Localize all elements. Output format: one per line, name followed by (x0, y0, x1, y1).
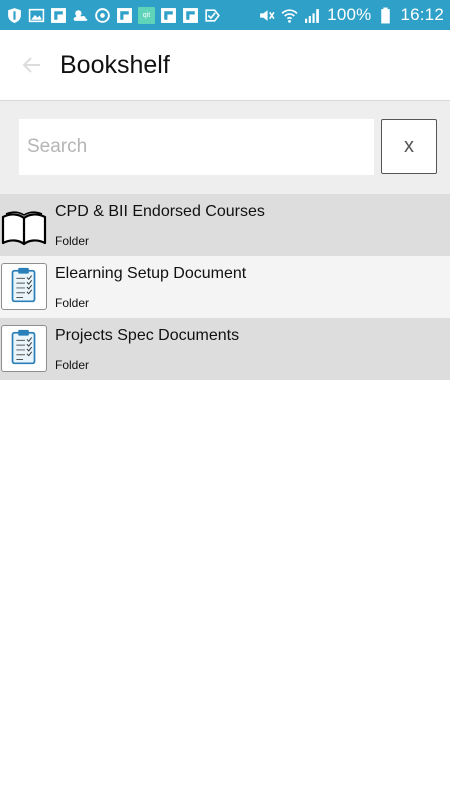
app-bar: Bookshelf (0, 30, 450, 101)
bookshelf-list: CPD & BII Endorsed Courses Folder Elearn… (0, 194, 450, 380)
status-bar: qit 100% 16:12 (0, 0, 450, 30)
clock: 16:12 (400, 5, 444, 24)
wifi-icon (281, 7, 298, 24)
qit-icon: qit (138, 6, 155, 24)
page-title: Bookshelf (60, 50, 170, 79)
list-item[interactable]: CPD & BII Endorsed Courses Folder (0, 194, 450, 256)
sync-icon (94, 7, 111, 24)
battery-percent: 100% (327, 5, 372, 24)
list-item[interactable]: Elearning Setup Document Folder (0, 256, 450, 318)
arrow-left-icon (22, 57, 40, 73)
search-bar: x (0, 101, 450, 194)
image-icon (28, 7, 45, 24)
shield-icon (6, 7, 23, 24)
signal-icon (304, 7, 321, 24)
flipboard-icon (160, 7, 177, 24)
flipboard-icon (50, 7, 67, 24)
item-title: Elearning Setup Document (55, 265, 247, 282)
back-button[interactable] (10, 43, 54, 87)
list-item[interactable]: Projects Spec Documents Folder (0, 318, 450, 380)
item-title: Projects Spec Documents (55, 327, 240, 344)
book-icon (1, 201, 47, 248)
item-type: Folder (55, 296, 90, 310)
flipboard-icon (182, 7, 199, 24)
clipboard-icon (1, 263, 47, 310)
weather-icon (72, 7, 89, 24)
notification-icons: qit (6, 6, 221, 24)
system-icons: 100% 16:12 (258, 5, 444, 25)
item-type: Folder (55, 234, 90, 248)
check-icon (204, 7, 221, 24)
battery-icon (377, 7, 394, 24)
flipboard-icon (116, 7, 133, 24)
mute-icon (258, 7, 275, 24)
item-type: Folder (55, 358, 90, 372)
item-title: CPD & BII Endorsed Courses (55, 203, 265, 220)
search-input[interactable] (19, 119, 374, 175)
clipboard-icon (1, 325, 47, 372)
clear-search-button[interactable]: x (381, 119, 437, 174)
